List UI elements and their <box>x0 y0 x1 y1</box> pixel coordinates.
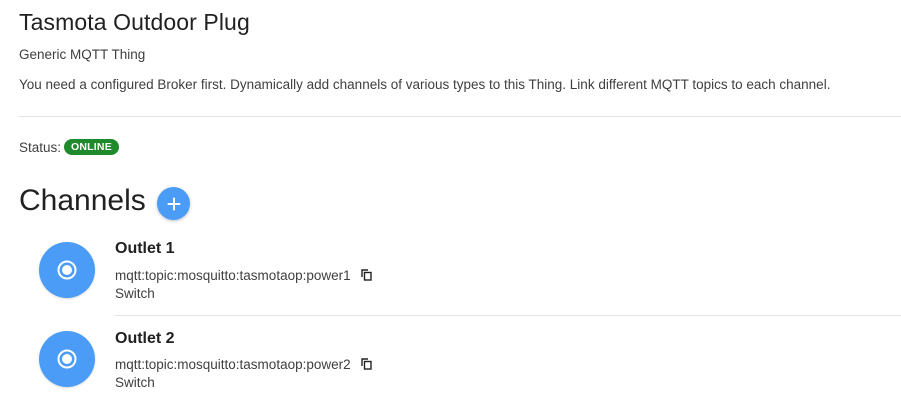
channel-avatar <box>39 242 95 298</box>
status-badge: ONLINE <box>64 139 119 155</box>
channel-uid-row: mqtt:topic:mosquitto:tasmotaop:power1 <box>115 267 372 283</box>
channel-uid: mqtt:topic:mosquitto:tasmotaop:power1 <box>115 267 351 283</box>
status-row: Status: ONLINE <box>19 138 119 156</box>
thing-title: Tasmota Outdoor Plug <box>19 9 250 35</box>
channel-item-outlet-2[interactable]: Outlet 2 mqtt:topic:mosquitto:tasmotaop:… <box>0 316 901 406</box>
add-channel-button[interactable] <box>157 187 190 220</box>
radio-button-icon <box>57 260 77 280</box>
status-label: Status: <box>19 139 62 155</box>
thing-subtitle: Generic MQTT Thing <box>19 47 146 62</box>
copy-icon[interactable] <box>360 358 372 370</box>
channel-type: Switch <box>115 286 155 301</box>
channel-uid-row: mqtt:topic:mosquitto:tasmotaop:power2 <box>115 356 372 372</box>
plus-icon <box>167 197 180 210</box>
channel-item-outlet-1[interactable]: Outlet 1 mqtt:topic:mosquitto:tasmotaop:… <box>0 226 901 316</box>
thing-description: You need a configured Broker first. Dyna… <box>19 77 831 92</box>
channel-label: Outlet 1 <box>115 240 175 257</box>
channel-label: Outlet 2 <box>115 330 175 347</box>
radio-button-icon <box>57 349 77 369</box>
header-divider <box>19 116 901 117</box>
channel-avatar <box>39 331 95 387</box>
channel-type: Switch <box>115 375 155 390</box>
copy-icon[interactable] <box>360 269 372 281</box>
channel-uid: mqtt:topic:mosquitto:tasmotaop:power2 <box>115 356 351 372</box>
channels-title: Channels <box>19 184 146 217</box>
